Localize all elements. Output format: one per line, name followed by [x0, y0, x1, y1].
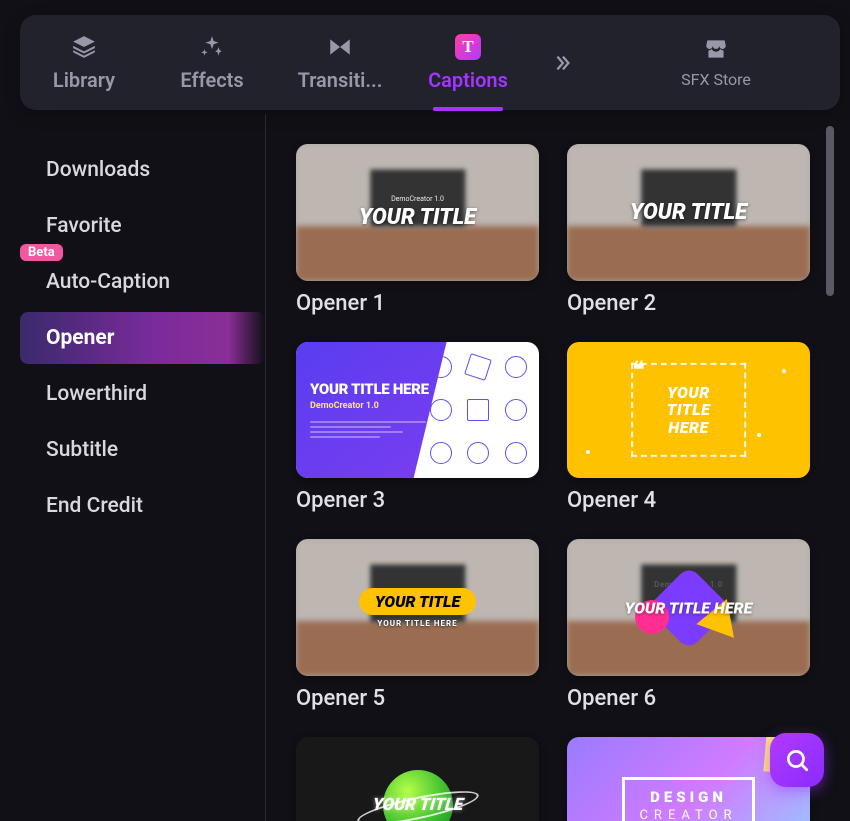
thumb-title: YOUR TITLE HERE [310, 380, 447, 398]
template-item[interactable]: YOUR TITLE HERE DemoCreator 1.0 Opener 3 [296, 342, 539, 514]
thumb-subtitle: YOUR TITLE HERE [377, 619, 457, 628]
template-thumbnail: YOUR TITLE [296, 737, 539, 821]
thumb-subtitle: DemoCreator 1.0 [310, 401, 447, 411]
tab-label: Captions [428, 68, 508, 92]
template-label: Opener 1 [296, 291, 539, 316]
sidebar-item-label: Downloads [46, 158, 150, 182]
scrollbar[interactable] [826, 126, 834, 296]
app-root: Library Effects Transiti... T Captions [0, 0, 850, 817]
template-label: Opener 5 [296, 686, 539, 711]
template-thumbnail: DemoCreator 1.0 YOUR TITLE [296, 144, 539, 281]
template-grid: DemoCreator 1.0 YOUR TITLE Opener 1 YOUR… [266, 114, 840, 821]
tab-transitions[interactable]: Transiti... [276, 15, 404, 110]
template-item[interactable]: YOUR TITLE Opener 2 [567, 144, 810, 316]
thumb-subtitle: CREATOR [639, 808, 737, 821]
template-item[interactable]: DemoCreator 1.0 YOUR TITLE Opener 1 [296, 144, 539, 316]
template-label: Opener 6 [567, 686, 810, 711]
thumb-title: DESIGN [639, 788, 737, 806]
sidebar-item-label: Lowerthird [46, 382, 147, 406]
template-item[interactable]: YOUR TITLE YOUR TITLE HERE Opener 5 [296, 539, 539, 711]
sidebar-item-label: Opener [46, 326, 114, 350]
template-thumbnail: YOUR TITLE HERE DemoCreator 1.0 [296, 342, 539, 479]
sparkle-icon [199, 34, 225, 60]
thumb-title: YOUR TITLE [630, 200, 747, 225]
sidebar-item-label: End Credit [46, 494, 143, 518]
sidebar-item-label: Favorite [46, 214, 122, 238]
sidebar-item-lowerthird[interactable]: Lowerthird [20, 368, 265, 420]
chevrons-right-icon [551, 52, 573, 74]
search-button[interactable] [770, 733, 824, 787]
category-sidebar: Downloads Favorite Beta Auto-Caption Ope… [20, 114, 265, 821]
search-icon [784, 747, 810, 773]
template-label: Opener 2 [567, 291, 810, 316]
tab-label: Effects [180, 68, 243, 92]
sidebar-item-auto-caption[interactable]: Beta Auto-Caption [20, 256, 265, 308]
tab-library[interactable]: Library [20, 15, 148, 110]
template-thumbnail: ❝ YOUR TITLE HERE [567, 342, 810, 479]
sidebar-item-opener[interactable]: Opener [20, 312, 265, 364]
sidebar-item-downloads[interactable]: Downloads [20, 144, 265, 196]
template-thumbnail: YOUR TITLE YOUR TITLE HERE [296, 539, 539, 676]
thumb-title: YOUR TITLE HERE [625, 598, 753, 617]
tab-label: Library [53, 68, 115, 92]
template-label: Opener 3 [296, 488, 539, 513]
template-item[interactable]: ❝ YOUR TITLE HERE Opener 4 [567, 342, 810, 514]
sidebar-item-end-credit[interactable]: End Credit [20, 480, 265, 532]
tab-label: Transiti... [298, 68, 383, 92]
active-tab-underline [433, 107, 503, 111]
thumb-subtitle: DemoCreator 1.0 [391, 195, 444, 203]
thumb-title: YOUR TITLE [359, 205, 476, 230]
tab-label: SFX Store [681, 70, 751, 89]
captions-icon: T [455, 34, 481, 60]
beta-badge: Beta [20, 244, 63, 261]
tab-captions[interactable]: T Captions [404, 15, 532, 110]
store-icon [703, 36, 729, 62]
main-body: Downloads Favorite Beta Auto-Caption Ope… [20, 114, 840, 821]
thumb-title: YOUR TITLE HERE [667, 384, 711, 437]
sidebar-item-subtitle[interactable]: Subtitle [20, 424, 265, 476]
top-tab-bar: Library Effects Transiti... T Captions [20, 15, 840, 110]
sidebar-item-label: Subtitle [46, 438, 118, 462]
template-thumbnail: DemoCreator 1.0 YOUR TITLE HERE [567, 539, 810, 676]
template-label: Opener 4 [567, 488, 810, 513]
transitions-icon [327, 34, 353, 60]
stack-icon [71, 34, 97, 60]
tab-sfx-store[interactable]: SFX Store [592, 15, 840, 110]
template-item[interactable]: DemoCreator 1.0 YOUR TITLE HERE Opener 6 [567, 539, 810, 711]
thumb-title: YOUR TITLE [359, 588, 476, 615]
template-thumbnail: YOUR TITLE [567, 144, 810, 281]
sidebar-item-label: Auto-Caption [46, 270, 170, 294]
tab-effects[interactable]: Effects [148, 15, 276, 110]
more-tabs-button[interactable] [532, 15, 592, 110]
thumb-title: YOUR TITLE [371, 795, 464, 815]
content-panel: DemoCreator 1.0 YOUR TITLE Opener 1 YOUR… [265, 114, 840, 821]
template-item[interactable]: YOUR TITLE [296, 737, 539, 821]
